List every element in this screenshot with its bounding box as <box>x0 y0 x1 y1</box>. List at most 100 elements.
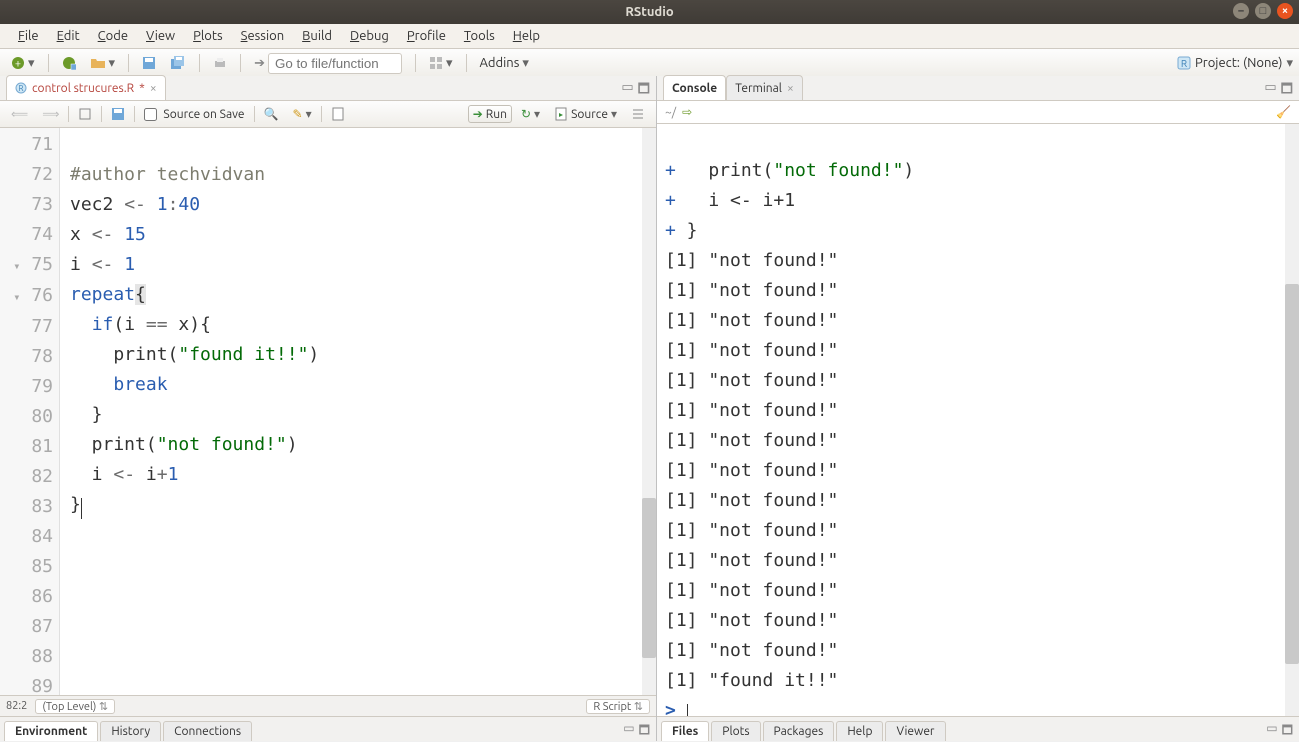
tab-packages[interactable]: Packages <box>763 721 835 741</box>
menu-help[interactable]: Help <box>505 27 548 45</box>
tab-connections[interactable]: Connections <box>163 721 252 741</box>
tab-environment[interactable]: Environment <box>4 721 98 741</box>
print-button[interactable] <box>208 53 232 73</box>
svg-text:+: + <box>15 58 21 70</box>
notebook-icon <box>331 107 345 121</box>
menu-debug[interactable]: Debug <box>342 27 397 45</box>
console-output[interactable]: + print("not found!") + i <- i+1 + } [1]… <box>657 124 1299 716</box>
menu-edit[interactable]: Edit <box>49 27 88 45</box>
scope-selector[interactable]: (Top Level) ⇅ <box>35 699 115 714</box>
source-editor[interactable]: 71727374▾ 75▾ 76777879808182838485868788… <box>0 128 656 695</box>
menubar: File Edit Code View Plots Session Build … <box>0 24 1299 49</box>
window-titlebar: RStudio – □ × <box>0 0 1299 24</box>
svg-text:R: R <box>1181 58 1187 69</box>
source-button[interactable]: Source ▾ <box>549 105 622 123</box>
minimize-pane-icon[interactable]: ▭ <box>621 80 633 102</box>
maximize-pane-icon[interactable]: 🗖 <box>638 80 650 102</box>
tab-terminal[interactable]: Terminal × <box>726 75 803 100</box>
window-close-button[interactable]: × <box>1277 3 1293 19</box>
console-path-bar: ~/ ⇨ 🧹 <box>657 101 1299 124</box>
grid-icon <box>429 56 443 70</box>
menu-file[interactable]: File <box>10 27 47 45</box>
window-controls: – □ × <box>1233 3 1293 19</box>
save-button[interactable] <box>137 53 161 73</box>
run-label: Run <box>486 108 507 121</box>
nav-back-button[interactable]: ⟸ <box>6 105 33 123</box>
source-tab-close[interactable]: × <box>150 82 157 95</box>
wand-icon: ✎ <box>293 107 303 121</box>
tab-files[interactable]: Files <box>661 721 709 741</box>
grid-button[interactable]: ▾ <box>424 53 458 74</box>
find-button[interactable]: 🔍 <box>259 105 284 123</box>
window-title: RStudio <box>625 5 673 19</box>
source-on-save-checkbox[interactable] <box>144 108 157 121</box>
minimize-pane-icon[interactable]: ▭ <box>1264 80 1276 102</box>
outline-icon <box>631 107 645 121</box>
code-tools-button[interactable]: ✎▾ <box>288 105 317 123</box>
terminal-tab-close[interactable]: × <box>787 82 794 95</box>
maximize-pane-icon[interactable]: 🗖 <box>1281 80 1293 102</box>
tab-history[interactable]: History <box>100 721 161 741</box>
file-type-selector[interactable]: R Script ⇅ <box>586 699 650 714</box>
show-in-new-window-button[interactable] <box>73 105 97 123</box>
source-on-save-label: Source on Save <box>163 108 244 121</box>
nav-fwd-button[interactable]: ⟹ <box>37 105 64 123</box>
project-label: Project: (None) <box>1195 56 1282 70</box>
addins-label: Addins <box>480 56 520 70</box>
tab-plots[interactable]: Plots <box>711 721 760 741</box>
addins-button[interactable]: Addins ▾ <box>475 53 534 74</box>
editor-statusbar: 82:2 (Top Level) ⇅ R Script ⇅ <box>0 695 656 716</box>
open-file-button[interactable]: ▾ <box>85 53 121 74</box>
console-tabbar: Console Terminal × ▭ 🗖 <box>657 76 1299 101</box>
workarea: R control strucures.R* × ▭ 🗖 ⟸ ⟹ Source … <box>0 76 1299 741</box>
outline-button[interactable] <box>626 105 650 123</box>
console-cwd-arrow-icon[interactable]: ⇨ <box>682 105 692 119</box>
window-minimize-button[interactable]: – <box>1233 3 1249 19</box>
editor-code[interactable]: #author techvidvan vec2 <- 1:40 x <- 15 … <box>60 128 656 695</box>
new-project-button[interactable] <box>57 53 81 73</box>
tab-console[interactable]: Console <box>663 75 726 100</box>
maximize-pane-icon[interactable]: 🗖 <box>639 721 650 742</box>
save-icon <box>111 107 125 121</box>
menu-profile[interactable]: Profile <box>399 27 454 45</box>
save-all-button[interactable] <box>165 53 191 73</box>
save-source-button[interactable] <box>106 105 130 123</box>
popout-icon <box>78 107 92 121</box>
console-scrollbar[interactable] <box>1285 124 1299 716</box>
menu-session[interactable]: Session <box>233 27 292 45</box>
folder-open-icon <box>90 56 106 70</box>
source-on-save-check[interactable]: Source on Save <box>139 106 249 123</box>
terminal-tab-label: Terminal <box>735 82 782 95</box>
source-tab[interactable]: R control strucures.R* × <box>6 75 166 100</box>
goto-file-function-input[interactable] <box>268 53 402 74</box>
cursor-position: 82:2 <box>6 700 27 712</box>
search-icon: 🔍 <box>264 107 279 121</box>
r-file-icon: R <box>15 82 27 94</box>
left-pane: R control strucures.R* × ▭ 🗖 ⟸ ⟹ Source … <box>0 76 657 741</box>
compile-report-button[interactable] <box>326 105 350 123</box>
menu-view[interactable]: View <box>138 27 183 45</box>
menu-build[interactable]: Build <box>294 27 340 45</box>
menu-plots[interactable]: Plots <box>185 27 231 45</box>
window-maximize-button[interactable]: □ <box>1255 3 1271 19</box>
source-tabbar: R control strucures.R* × ▭ 🗖 <box>0 76 656 101</box>
editor-scrollbar[interactable] <box>642 128 656 695</box>
editor-toolbar: ⟸ ⟹ Source on Save 🔍 ✎▾ ➔ Run ↻▾ <box>0 101 656 128</box>
maximize-pane-icon[interactable]: 🗖 <box>1282 721 1293 742</box>
project-selector[interactable]: R Project: (None) ▾ <box>1177 56 1293 71</box>
menu-tools[interactable]: Tools <box>456 27 503 45</box>
right-pane: Console Terminal × ▭ 🗖 ~/ ⇨ 🧹 + print("n… <box>657 76 1299 741</box>
minimize-pane-icon[interactable]: ▭ <box>623 721 634 742</box>
run-button[interactable]: ➔ Run <box>468 105 512 123</box>
main-toolbar: + ▾ ▾ ➔ ▾ Addins ▾ R Project: (None) ▾ <box>0 49 1299 78</box>
tab-viewer[interactable]: Viewer <box>885 721 945 741</box>
minimize-pane-icon[interactable]: ▭ <box>1266 721 1277 742</box>
goto-wrapper: ➔ <box>249 50 407 77</box>
clear-console-icon[interactable]: 🧹 <box>1276 105 1291 119</box>
menu-code[interactable]: Code <box>90 27 136 45</box>
rerun-button[interactable]: ↻▾ <box>516 105 545 123</box>
source-tab-name: control strucures.R <box>32 82 134 95</box>
tab-help[interactable]: Help <box>836 721 883 741</box>
svg-text:R: R <box>19 84 24 93</box>
new-file-button[interactable]: + ▾ <box>6 53 40 74</box>
